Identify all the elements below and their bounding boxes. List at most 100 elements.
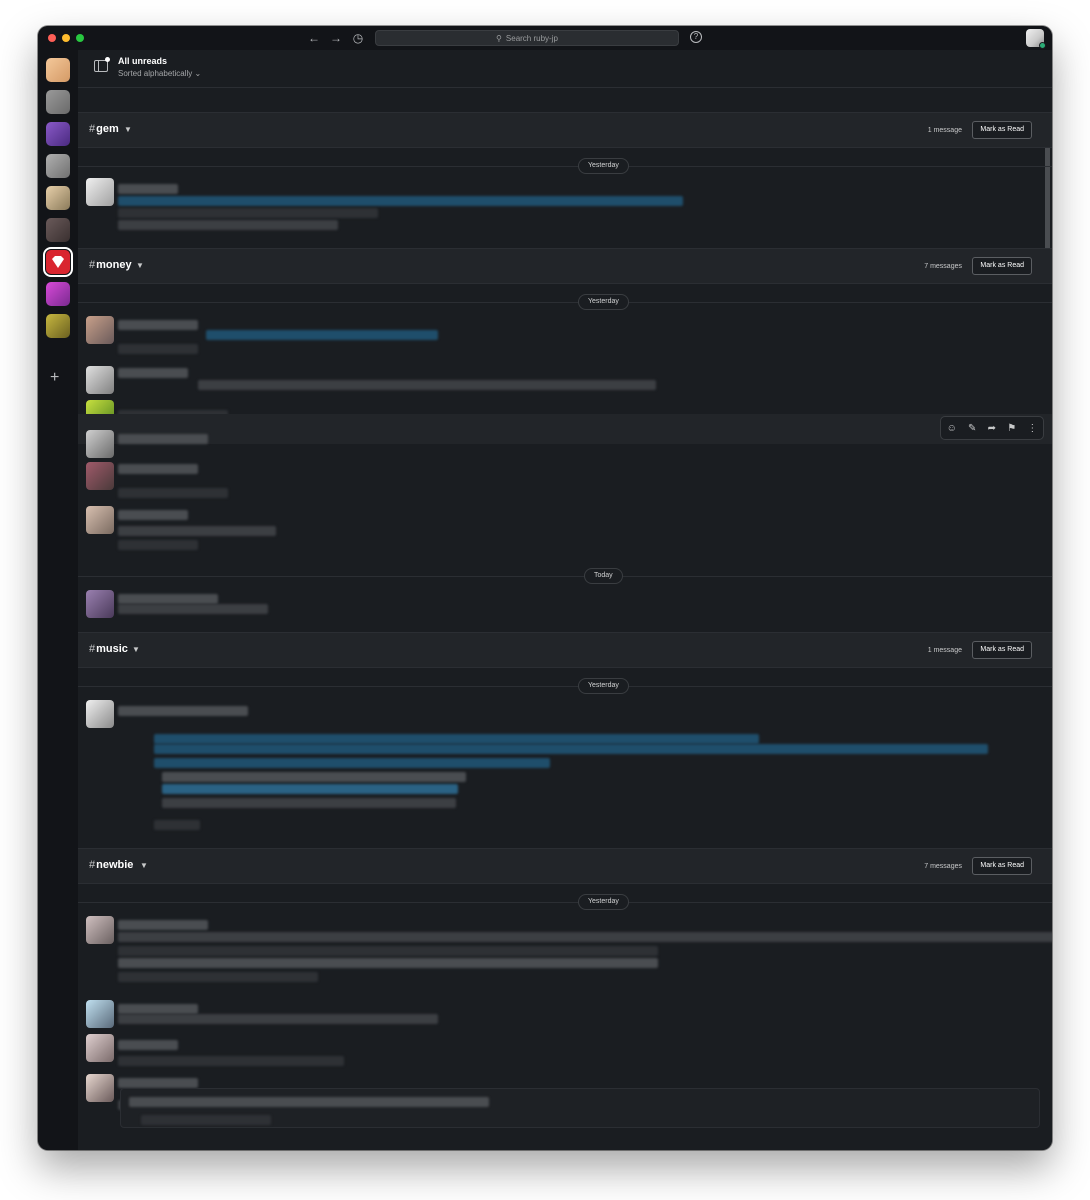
date-divider [78, 902, 1052, 903]
sender-name [118, 320, 198, 330]
date-pill[interactable]: Yesterday [578, 294, 629, 310]
message-text [198, 380, 656, 390]
date-pill[interactable]: Today [584, 568, 623, 584]
channel-name[interactable]: #gem [89, 123, 119, 135]
workspace-icon-2[interactable] [46, 90, 70, 114]
chevron-down-icon[interactable]: ▼ [124, 125, 132, 134]
message-text [118, 540, 198, 550]
message-text [118, 434, 208, 444]
date-divider [78, 686, 1052, 687]
avatar[interactable] [86, 700, 114, 728]
sender-name [118, 706, 248, 716]
sender-name [118, 1078, 198, 1088]
channel-section-header: #music ▼ 1 message Mark as Read [78, 632, 1052, 668]
avatar[interactable] [86, 178, 114, 206]
sort-dropdown[interactable]: Sorted alphabetically ⌄ [118, 69, 201, 78]
message-text [118, 220, 338, 230]
message-link[interactable] [206, 330, 438, 340]
channel-section-header: #newbie ▼ 7 messages Mark as Read [78, 848, 1052, 884]
message-text [118, 604, 268, 614]
avatar[interactable] [86, 916, 114, 944]
channel-name[interactable]: #music [89, 643, 128, 655]
workspace-icon-9[interactable] [46, 314, 70, 338]
title-bar: ← → ◷ ⚲ Search ruby-jp ? [38, 26, 1052, 50]
reply-in-thread-icon[interactable]: ✎ [968, 423, 976, 434]
avatar[interactable] [86, 1000, 114, 1028]
message-text [118, 344, 198, 354]
date-pill[interactable]: Yesterday [578, 678, 629, 694]
message-actions-toolbar: ☺ ✎ ➦ ⚑ ⋮ [940, 416, 1044, 440]
back-arrow-icon[interactable]: ← [306, 30, 322, 46]
search-input[interactable]: ⚲ Search ruby-jp [375, 30, 679, 46]
message-text [118, 196, 683, 206]
ruby-jp-workspace-icon[interactable] [43, 247, 73, 277]
sender-name [118, 184, 178, 194]
mark-as-read-button[interactable]: Mark as Read [972, 857, 1032, 875]
message-text [118, 958, 658, 968]
sender-name [118, 464, 198, 474]
channel-name[interactable]: #newbie [89, 859, 133, 871]
history-clock-icon[interactable]: ◷ [350, 30, 366, 46]
unreads-header: All unreads Sorted alphabetically ⌄ [78, 50, 1052, 88]
link-preview-card[interactable] [120, 1088, 1040, 1128]
add-reaction-icon[interactable]: ☺ [947, 423, 957, 434]
date-pill[interactable]: Yesterday [578, 158, 629, 174]
app-window: ← → ◷ ⚲ Search ruby-jp ? + All unreads S… [38, 26, 1052, 1150]
workspace-icon-3[interactable] [46, 122, 70, 146]
share-icon[interactable]: ➦ [988, 423, 996, 434]
page-title: All unreads [118, 56, 168, 66]
user-avatar[interactable] [1026, 29, 1046, 49]
workspace-icon-8[interactable] [46, 282, 70, 306]
avatar[interactable] [86, 366, 114, 394]
add-workspace-icon[interactable]: + [50, 370, 59, 386]
link-preview-text [141, 1115, 271, 1125]
date-divider [78, 302, 1052, 303]
avatar[interactable] [86, 1074, 114, 1102]
sender-name [118, 920, 208, 930]
workspace-rail: + [38, 50, 78, 1150]
close-window-button[interactable] [48, 34, 56, 42]
message-text [118, 946, 658, 956]
message-text [118, 208, 378, 218]
zoom-window-button[interactable] [76, 34, 84, 42]
workspace-icon-1[interactable] [46, 58, 70, 82]
message-link[interactable] [154, 734, 759, 744]
help-icon[interactable]: ? [690, 31, 702, 43]
avatar[interactable] [86, 316, 114, 344]
message-link[interactable] [154, 758, 550, 768]
chevron-down-icon[interactable]: ▼ [132, 645, 140, 654]
mark-as-read-button[interactable]: Mark as Read [972, 257, 1032, 275]
message-link[interactable] [154, 744, 988, 754]
message-text [118, 1056, 344, 1066]
message-text [118, 932, 1052, 942]
workspace-icon-4[interactable] [46, 154, 70, 178]
date-pill[interactable]: Yesterday [578, 894, 629, 910]
message-count: 7 messages [924, 863, 962, 870]
forward-arrow-icon[interactable]: → [328, 30, 344, 46]
message-count: 7 messages [924, 263, 962, 270]
avatar[interactable] [86, 430, 114, 458]
avatar[interactable] [86, 462, 114, 490]
message-hover-row[interactable] [78, 414, 1052, 444]
date-divider [78, 576, 1052, 577]
chevron-down-icon[interactable]: ▼ [136, 261, 144, 270]
mark-as-read-button[interactable]: Mark as Read [972, 641, 1032, 659]
mark-as-read-button[interactable]: Mark as Read [972, 121, 1032, 139]
message-count: 1 message [927, 647, 962, 654]
avatar[interactable] [86, 1034, 114, 1062]
minimize-window-button[interactable] [62, 34, 70, 42]
channel-name[interactable]: #money [89, 259, 132, 271]
avatar[interactable] [86, 506, 114, 534]
workspace-icon-6[interactable] [46, 218, 70, 242]
sender-name [118, 510, 188, 520]
message-text [118, 526, 276, 536]
reaction-badge[interactable] [154, 820, 200, 830]
date-divider [78, 166, 1052, 167]
chevron-down-icon[interactable]: ▼ [140, 861, 148, 870]
channel-section-header: #gem ▼ 1 message Mark as Read [78, 112, 1052, 148]
sender-name [118, 594, 218, 604]
bookmark-icon[interactable]: ⚑ [1007, 423, 1016, 434]
more-actions-icon[interactable]: ⋮ [1027, 423, 1037, 434]
avatar[interactable] [86, 590, 114, 618]
workspace-icon-5[interactable] [46, 186, 70, 210]
